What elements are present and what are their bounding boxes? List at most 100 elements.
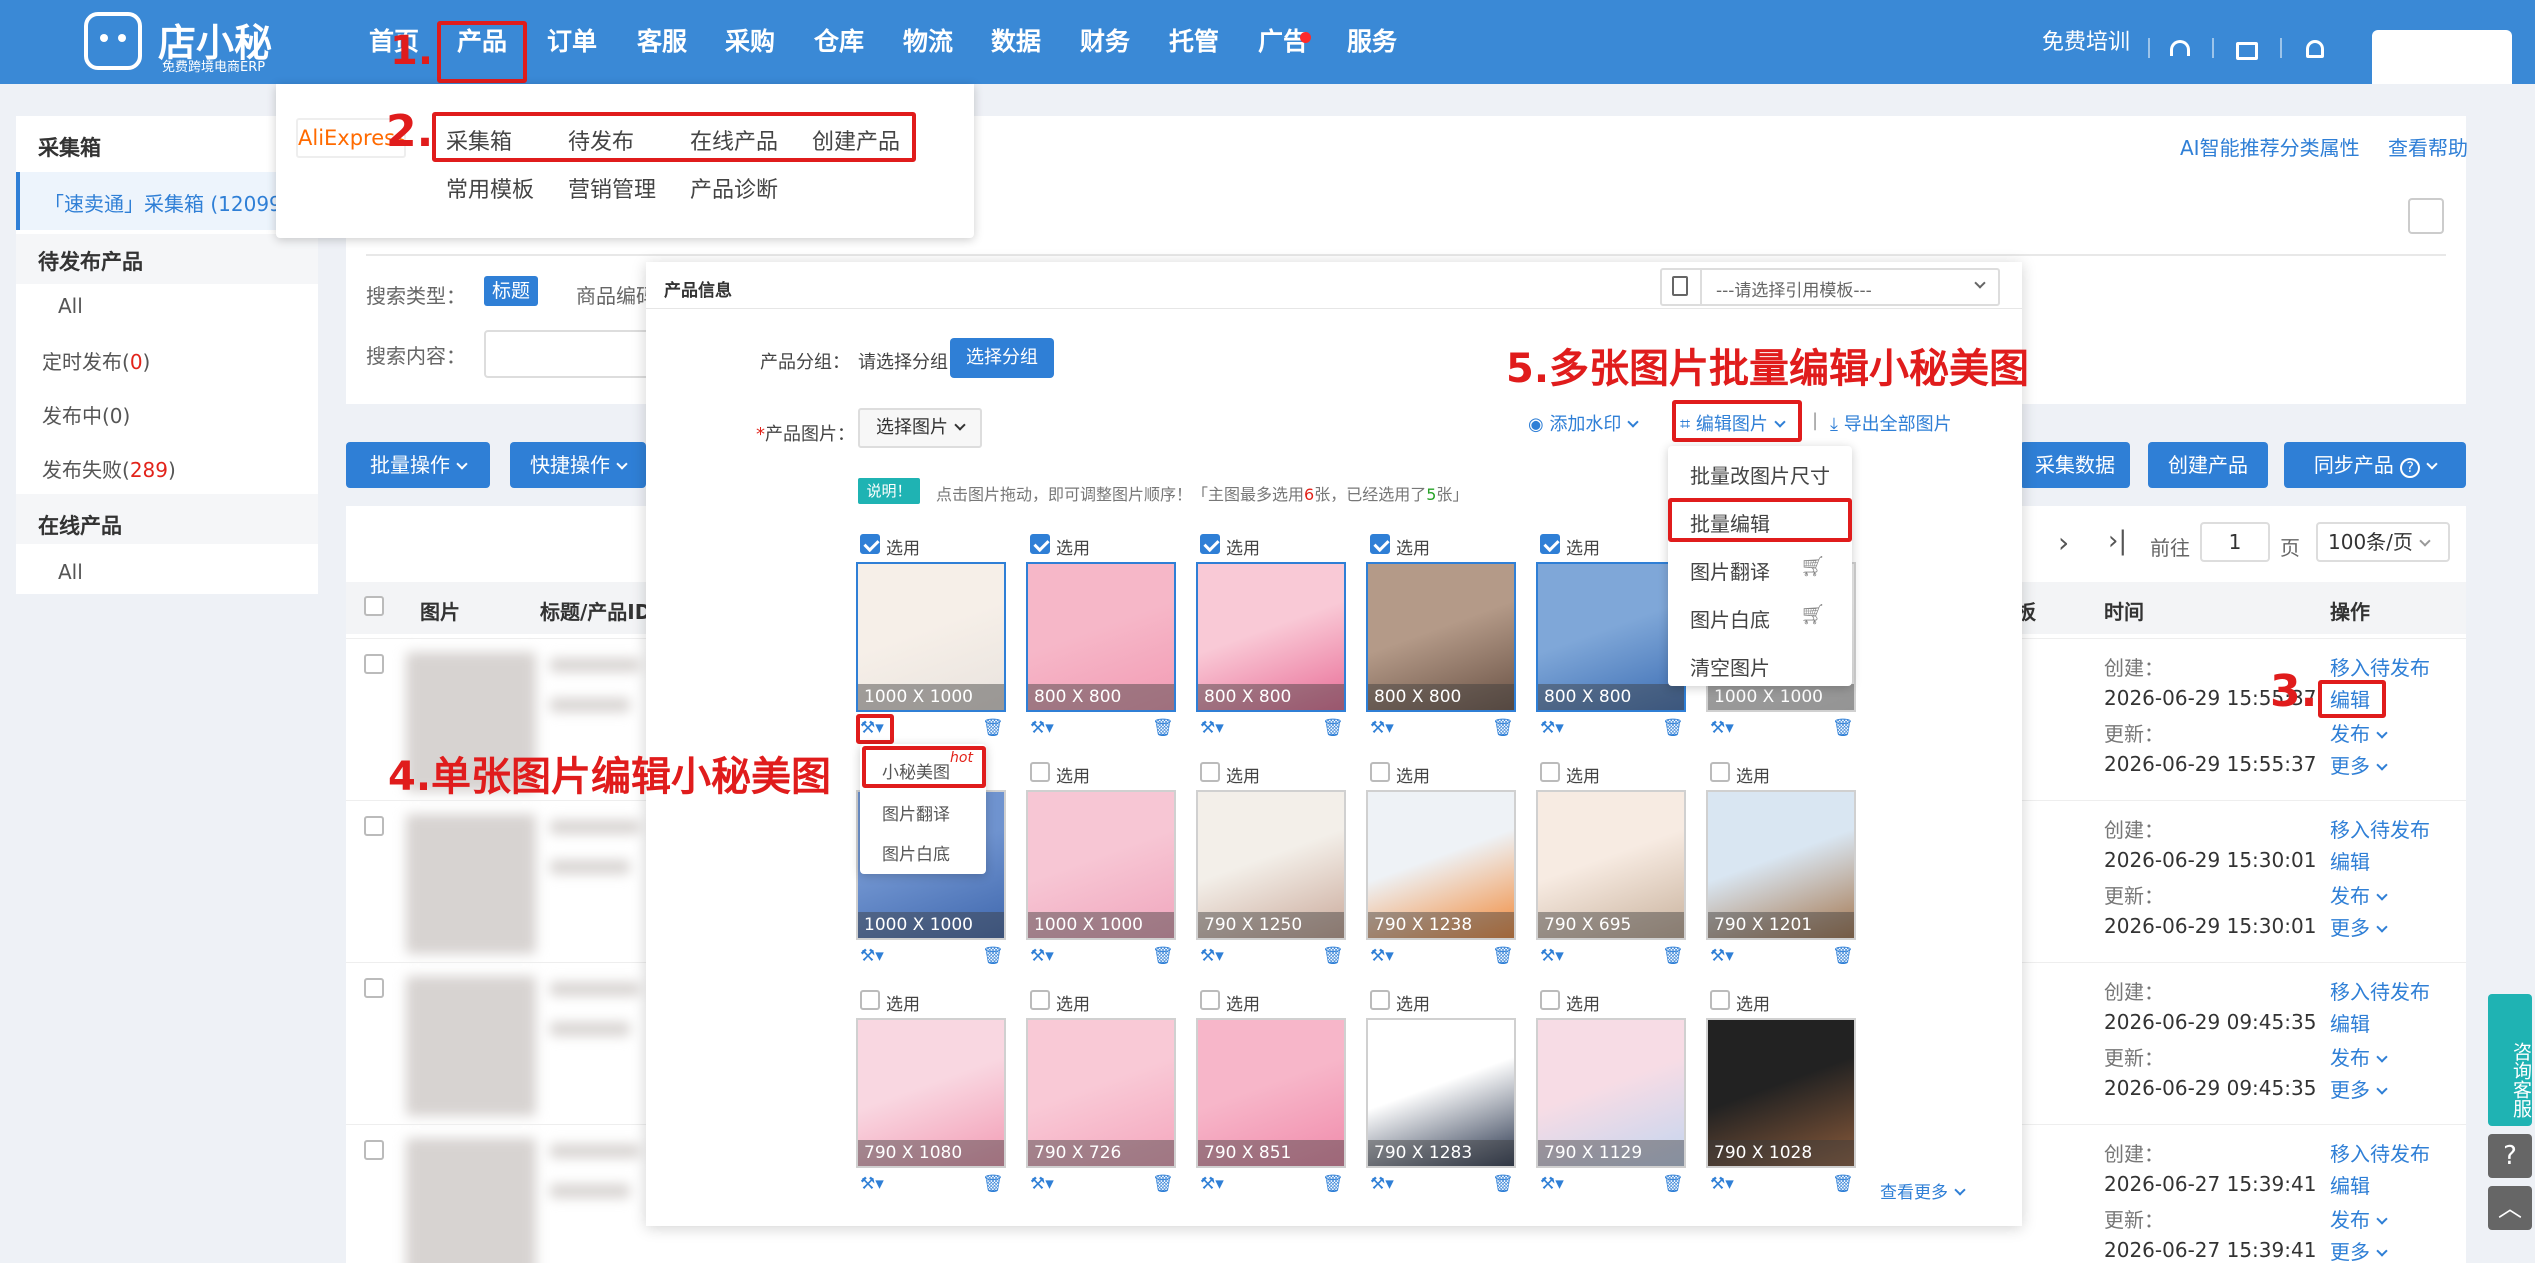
move-to-pending-link[interactable]: 移入待发布 — [2330, 814, 2430, 843]
sidebar-item-publishing[interactable]: 发布中(0) — [42, 400, 130, 429]
more-link[interactable]: 更多 — [2330, 1074, 2388, 1103]
image-select-checkbox[interactable] — [1030, 534, 1050, 554]
product-image-tile[interactable]: 790 X 1283 — [1366, 1018, 1516, 1168]
move-to-pending-link[interactable]: 移入待发布 — [2330, 976, 2430, 1005]
product-image-tile[interactable]: 1000 X 1000 — [856, 562, 1006, 712]
menu-online-products[interactable]: 在线产品 — [690, 124, 778, 156]
product-image-tile[interactable]: 790 X 1080 — [856, 1018, 1006, 1168]
sidebar-item-failed[interactable]: 发布失败(289) — [42, 454, 176, 483]
publish-link[interactable]: 发布 — [2330, 880, 2388, 909]
trash-icon[interactable]: 🗑︎ — [1152, 946, 1174, 966]
product-image-tile[interactable]: 790 X 695 — [1536, 790, 1686, 940]
magic-wand-icon[interactable]: ⚒▾ — [1370, 1174, 1394, 1194]
row-checkbox[interactable] — [364, 816, 384, 836]
product-image-tile[interactable]: 800 X 800 — [1536, 562, 1686, 712]
image-select-checkbox[interactable] — [860, 990, 880, 1010]
collect-data-button[interactable]: 采集数据 — [2020, 442, 2130, 488]
trash-icon[interactable]: 🗑︎ — [1662, 718, 1684, 738]
trash-icon[interactable]: 🗑︎ — [1322, 718, 1344, 738]
headset-icon[interactable] — [2170, 40, 2190, 56]
magic-wand-icon[interactable]: ⚒▾ — [1540, 718, 1564, 738]
page-size-select[interactable]: 100条/页 — [2316, 522, 2450, 562]
nav-warehouse[interactable]: 仓库 — [804, 22, 874, 62]
menu-single-white-bg[interactable]: 图片白底 — [882, 840, 950, 865]
menu-single-translate[interactable]: 图片翻译 — [882, 800, 950, 825]
image-select-checkbox[interactable] — [1540, 762, 1560, 782]
magic-wand-icon[interactable]: ⚒▾ — [1540, 946, 1564, 966]
menu-batch-resize[interactable]: 批量改图片尺寸 — [1690, 460, 1830, 489]
nav-finance[interactable]: 财务 — [1070, 22, 1140, 62]
menu-collect-box[interactable]: 采集箱 — [446, 124, 512, 156]
nav-products[interactable]: 产品 — [447, 22, 517, 62]
image-select-checkbox[interactable] — [1030, 762, 1050, 782]
image-select-checkbox[interactable] — [1200, 990, 1220, 1010]
trash-icon[interactable]: 🗑︎ — [1152, 718, 1174, 738]
menu-marketing[interactable]: 营销管理 — [568, 172, 656, 204]
magic-wand-icon[interactable]: ⚒▾ — [1710, 946, 1734, 966]
product-thumbnail[interactable] — [406, 976, 536, 1116]
book-icon[interactable] — [2236, 42, 2258, 60]
product-image-tile[interactable]: 800 X 800 — [1026, 562, 1176, 712]
select-image-button[interactable]: 选择图片 — [858, 408, 982, 448]
trash-icon[interactable]: 🗑︎ — [1322, 1174, 1344, 1194]
trash-icon[interactable]: 🗑︎ — [1152, 1174, 1174, 1194]
search-input[interactable] — [484, 330, 654, 378]
sidebar-item-scheduled[interactable]: 定时发布(0) — [42, 346, 150, 375]
back-to-top-icon[interactable]: ︿ — [2488, 1186, 2532, 1230]
publish-link[interactable]: 发布 — [2330, 718, 2388, 747]
product-thumbnail[interactable] — [406, 1138, 536, 1263]
move-to-pending-link[interactable]: 移入待发布 — [2330, 1138, 2430, 1167]
view-more-link[interactable]: 查看更多 — [1880, 1178, 1966, 1203]
next-page-icon[interactable]: › — [2058, 526, 2069, 559]
product-image-tile[interactable]: 800 X 800 — [1366, 562, 1516, 712]
quick-ops-button[interactable]: 快捷操作 — [510, 442, 646, 488]
help-circle-icon[interactable]: ? — [2488, 1134, 2532, 1178]
search-type-sku[interactable]: 商品编码 — [576, 280, 656, 309]
help-link[interactable]: 查看帮助 — [2388, 132, 2468, 161]
image-select-checkbox[interactable] — [1370, 762, 1390, 782]
image-select-checkbox[interactable] — [1200, 534, 1220, 554]
product-thumbnail[interactable] — [406, 814, 536, 954]
menu-white-bg[interactable]: 图片白底 — [1690, 604, 1770, 633]
menu-meitu[interactable]: 小秘美图 — [882, 758, 950, 783]
magic-wand-icon[interactable]: ⚒▾ — [1370, 718, 1394, 738]
menu-pending[interactable]: 待发布 — [568, 124, 634, 156]
trash-icon[interactable]: 🗑︎ — [1322, 946, 1344, 966]
menu-batch-edit[interactable]: 批量编辑 — [1690, 508, 1770, 537]
sync-product-button[interactable]: 同步产品 ? — [2284, 442, 2466, 488]
app-logo[interactable]: 店小秘 免费跨境电商ERP — [80, 4, 272, 76]
add-watermark-button[interactable]: ◉ 添加水印 — [1528, 410, 1640, 436]
row-checkbox[interactable] — [364, 1140, 384, 1160]
magic-wand-icon[interactable]: ⚒▾ — [1200, 1174, 1224, 1194]
sidebar-item-online-all[interactable]: All — [58, 560, 83, 584]
image-select-checkbox[interactable] — [1540, 534, 1560, 554]
publish-link[interactable]: 发布 — [2330, 1042, 2388, 1071]
edit-image-button[interactable]: ⌗ 编辑图片 — [1680, 410, 1786, 436]
trash-icon[interactable]: 🗑︎ — [1492, 946, 1514, 966]
magic-wand-icon[interactable]: ⚒▾ — [1030, 946, 1054, 966]
nav-services[interactable]: 服务 — [1337, 22, 1407, 62]
trash-icon[interactable]: 🗑︎ — [1832, 1174, 1854, 1194]
edit-link[interactable]: 编辑 — [2330, 846, 2370, 875]
export-images-button[interactable]: ⤓ 导出全部图片 — [1830, 410, 1952, 436]
trash-icon[interactable]: 🗑︎ — [1662, 946, 1684, 966]
trash-icon[interactable]: 🗑︎ — [1492, 718, 1514, 738]
free-training-link[interactable]: 免费培训 — [2042, 30, 2130, 56]
row-checkbox[interactable] — [364, 978, 384, 998]
magic-wand-icon[interactable]: ⚒▾ — [1200, 718, 1224, 738]
trash-icon[interactable]: 🗑︎ — [1662, 1174, 1684, 1194]
trash-icon[interactable]: 🗑︎ — [1492, 1174, 1514, 1194]
more-link[interactable]: 更多 — [2330, 750, 2388, 779]
magic-wand-icon[interactable]: ⚒▾ — [1540, 1174, 1564, 1194]
product-image-tile[interactable]: 790 X 1238 — [1366, 790, 1516, 940]
product-image-tile[interactable]: 790 X 1250 — [1196, 790, 1346, 940]
magic-wand-icon[interactable]: ⚒▾ — [1710, 1174, 1734, 1194]
image-select-checkbox[interactable] — [1710, 762, 1730, 782]
menu-templates[interactable]: 常用模板 — [446, 172, 534, 204]
select-all-checkbox[interactable] — [364, 596, 384, 616]
product-image-tile[interactable]: 790 X 1201 — [1706, 790, 1856, 940]
more-link[interactable]: 更多 — [2330, 1236, 2388, 1263]
create-product-button[interactable]: 创建产品 — [2148, 442, 2268, 488]
product-image-tile[interactable]: 790 X 851 — [1196, 1018, 1346, 1168]
nav-service[interactable]: 客服 — [627, 22, 697, 62]
